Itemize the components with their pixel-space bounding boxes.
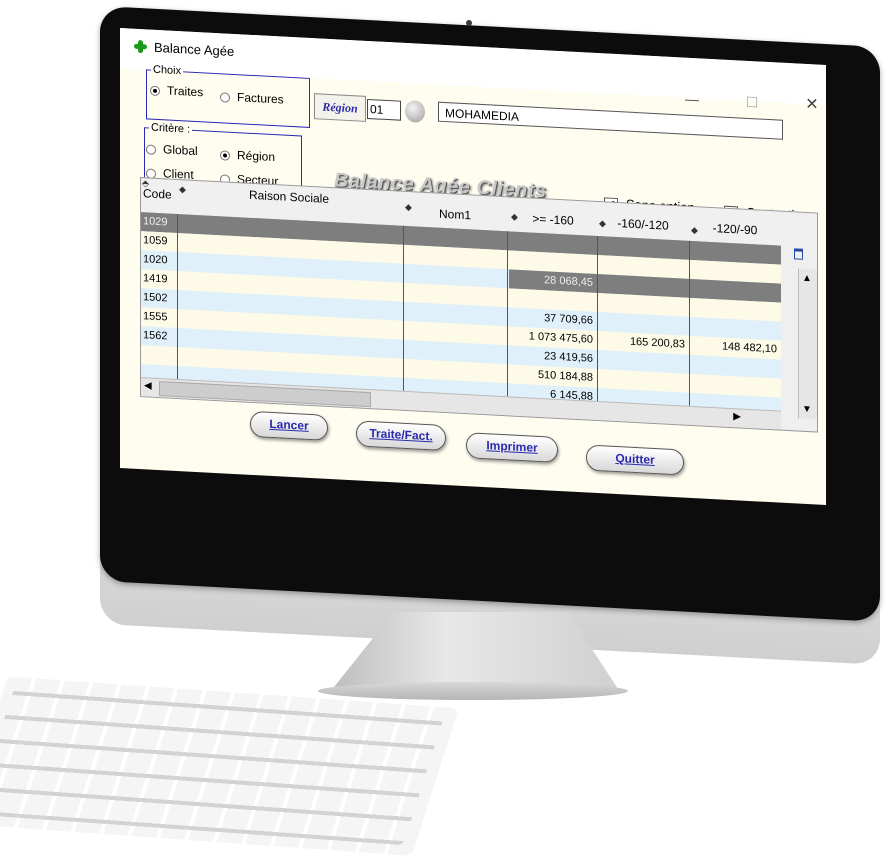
radio-traites[interactable]: Traites	[150, 83, 203, 99]
close-button[interactable]: ✕	[792, 93, 826, 117]
app-cross-icon	[134, 40, 147, 54]
sort-icon[interactable]: ◆	[179, 184, 186, 195]
radio-dot	[146, 144, 156, 155]
radio-dot	[220, 92, 230, 103]
radio-global[interactable]: Global	[146, 141, 198, 158]
scroll-left-icon[interactable]: ◀	[144, 380, 152, 391]
column-divider	[597, 235, 598, 421]
column-divider	[403, 225, 404, 410]
scroll-down-icon[interactable]: ▼	[802, 404, 812, 416]
traite-fact-button[interactable]: Traite/Fact.	[356, 420, 446, 452]
vertical-scrollbar[interactable]: ▲ ▼	[798, 268, 817, 420]
sort-icon[interactable]: ◆	[691, 225, 698, 236]
keyboard	[0, 676, 461, 856]
monitor-stand-base	[318, 682, 628, 700]
sort-icon[interactable]: ◆	[511, 211, 518, 222]
choix-legend: Choix	[153, 63, 182, 78]
column-header-160-120[interactable]: -160/-120	[597, 202, 689, 241]
column-header-120-90[interactable]: -120/-90	[689, 207, 781, 246]
trash-icon[interactable]	[794, 248, 803, 260]
column-divider	[507, 231, 508, 416]
app-window: Balance Agée — ☐ ✕ Choix Traites Facture…	[120, 28, 826, 505]
scroll-right-icon[interactable]: ▶	[733, 411, 741, 422]
imprimer-button[interactable]: Imprimer	[466, 432, 558, 463]
sort-icon[interactable]: ◆	[599, 218, 606, 229]
radio-region[interactable]: Région	[220, 147, 275, 164]
column-header-ge-160[interactable]: >= -160	[509, 197, 597, 236]
quitter-button[interactable]: Quitter	[586, 444, 684, 476]
balance-table: Code Raison Sociale Nom1 >= -160 -160/-1…	[140, 177, 818, 433]
region-label: Région	[314, 93, 366, 122]
radio-dot-checked	[150, 85, 160, 96]
sort-icon[interactable]: ⬘	[142, 178, 149, 189]
column-divider	[177, 213, 178, 399]
radio-dot-checked	[220, 150, 230, 161]
column-divider	[689, 240, 690, 425]
camera	[466, 20, 472, 26]
window-title: Balance Agée	[154, 39, 235, 59]
minimize-button[interactable]: —	[672, 87, 712, 111]
lancer-button[interactable]: Lancer	[250, 410, 328, 441]
scroll-up-icon[interactable]: ▲	[802, 273, 812, 285]
maximize-button[interactable]: ☐	[732, 90, 772, 114]
region-lookup-button[interactable]	[405, 99, 425, 123]
region-code-field[interactable]: 01	[367, 98, 401, 121]
sort-icon[interactable]: ◆	[405, 202, 412, 213]
column-header-nom1[interactable]: Nom1	[403, 192, 507, 231]
critere-legend: Critère :	[151, 121, 191, 136]
